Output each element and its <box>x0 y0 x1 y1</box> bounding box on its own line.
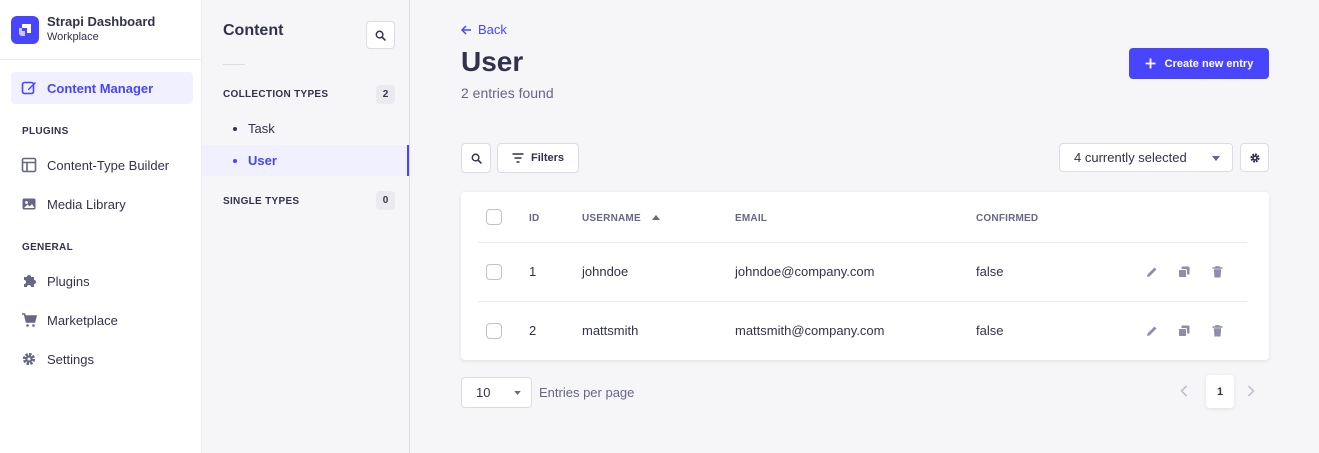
page-button-current[interactable]: 1 <box>1206 375 1234 408</box>
sort-ascending-icon <box>651 215 660 220</box>
header-username[interactable]: USERNAME <box>582 213 660 224</box>
nav-item-label: Media Library <box>47 196 126 212</box>
subnav-item-task[interactable]: Task <box>202 113 409 144</box>
trash-icon[interactable] <box>1210 265 1224 279</box>
puzzle-icon <box>24 275 36 287</box>
row-divider <box>478 301 1247 302</box>
duplicate-icon[interactable] <box>1177 265 1191 279</box>
cell-email[interactable]: johndoe@company.com <box>735 264 874 279</box>
app-title: Strapi Dashboard <box>47 14 156 29</box>
subnav-item-label: User <box>248 153 277 168</box>
trash-icon[interactable] <box>1210 324 1224 338</box>
layout-icon <box>21 157 37 173</box>
nav-item-label: Settings <box>47 351 94 367</box>
main-nav: Strapi Dashboard Workplace Content Manag… <box>0 0 202 453</box>
cell-confirmed[interactable]: false <box>976 323 1003 338</box>
nav-item-content-type-builder[interactable]: Content-Type Builder <box>21 150 191 180</box>
row-divider <box>478 242 1247 243</box>
nav-section-plugins: PLUGINS <box>22 126 69 137</box>
workspace-name: Workplace <box>47 31 99 43</box>
entries-table: ID USERNAME EMAIL CONFIRMED 1 johndoe jo… <box>461 192 1269 360</box>
nav-item-media-library[interactable]: Media Library <box>21 189 191 219</box>
subnav-divider <box>223 64 245 65</box>
per-page-value: 10 <box>476 385 491 400</box>
header-email[interactable]: EMAIL <box>735 213 767 224</box>
cell-username[interactable]: mattsmith <box>582 323 638 338</box>
shopping-cart-icon <box>22 313 37 327</box>
page-title: User <box>461 46 524 77</box>
filters-button[interactable]: Filters <box>497 143 579 173</box>
image-icon <box>22 198 36 210</box>
table-settings-button[interactable] <box>1240 143 1269 172</box>
cell-id[interactable]: 1 <box>529 264 536 279</box>
nav-item-plugins[interactable]: Plugins <box>21 266 191 296</box>
nav-item-label: Content Manager <box>47 80 154 96</box>
single-types-label: SINGLE TYPES <box>223 196 300 207</box>
row-checkbox[interactable] <box>486 264 502 280</box>
plus-icon <box>1145 58 1156 69</box>
header-confirmed[interactable]: CONFIRMED <box>976 213 1038 224</box>
filter-icon <box>512 153 524 163</box>
nav-item-label: Content-Type Builder <box>47 157 170 173</box>
nav-item-settings[interactable]: Settings <box>21 344 191 374</box>
brand-header[interactable]: Strapi Dashboard Workplace <box>0 0 201 60</box>
nav-item-label: Plugins <box>47 273 90 289</box>
edit-icon[interactable] <box>1145 324 1159 338</box>
subnav-search-button[interactable] <box>366 21 395 49</box>
bullet-icon <box>233 158 237 163</box>
cell-email[interactable]: mattsmith@company.com <box>735 323 885 338</box>
subnav-title: Content <box>223 22 284 39</box>
search-icon <box>375 30 386 41</box>
gear-icon <box>22 352 36 366</box>
nav-section-general: GENERAL <box>22 242 73 253</box>
cell-confirmed[interactable]: false <box>976 264 1003 279</box>
arrow-left-icon <box>461 24 471 35</box>
per-page-label: Entries per page <box>539 385 635 400</box>
back-link[interactable]: Back <box>461 22 507 37</box>
columns-select-value: 4 currently selected <box>1074 150 1187 165</box>
content-subnav: Content COLLECTION TYPES 2 Task User SIN… <box>202 0 410 453</box>
cell-id[interactable]: 2 <box>529 323 536 338</box>
collection-types-label: COLLECTION TYPES <box>223 89 329 100</box>
chevron-left-icon <box>1180 385 1188 397</box>
collection-types-count: 2 <box>376 85 395 104</box>
chevron-right-icon <box>1247 385 1255 397</box>
subnav-item-user[interactable]: User <box>202 145 409 176</box>
strapi-logo-icon <box>11 15 39 44</box>
bullet-icon <box>233 126 237 131</box>
edit-icon[interactable] <box>1145 265 1159 279</box>
nav-item-content-manager[interactable]: Content Manager <box>11 72 193 104</box>
caret-down-icon <box>514 391 521 395</box>
header-id[interactable]: ID <box>529 213 539 224</box>
gear-icon <box>1249 152 1260 163</box>
duplicate-icon[interactable] <box>1177 324 1191 338</box>
columns-select[interactable]: 4 currently selected <box>1059 143 1233 172</box>
entries-count: 2 entries found <box>461 85 554 101</box>
create-new-entry-button[interactable]: Create new entry <box>1129 48 1269 79</box>
next-page-button[interactable] <box>1247 384 1255 402</box>
table-search-button[interactable] <box>461 143 491 173</box>
entries-per-page-select[interactable]: 10 <box>461 377 532 408</box>
nav-item-marketplace[interactable]: Marketplace <box>21 305 191 335</box>
create-label: Create new entry <box>1164 57 1254 70</box>
caret-down-icon <box>1212 156 1220 161</box>
previous-page-button[interactable] <box>1180 384 1188 402</box>
pencil-square-icon <box>21 81 36 95</box>
select-all-checkbox[interactable] <box>486 209 502 225</box>
back-label: Back <box>478 22 507 37</box>
nav-item-label: Marketplace <box>47 312 118 328</box>
cell-username[interactable]: johndoe <box>582 264 628 279</box>
subnav-item-label: Task <box>248 121 275 136</box>
row-checkbox[interactable] <box>486 323 502 339</box>
search-icon <box>471 153 482 164</box>
filters-label: Filters <box>530 152 564 164</box>
single-types-count: 0 <box>376 191 395 210</box>
